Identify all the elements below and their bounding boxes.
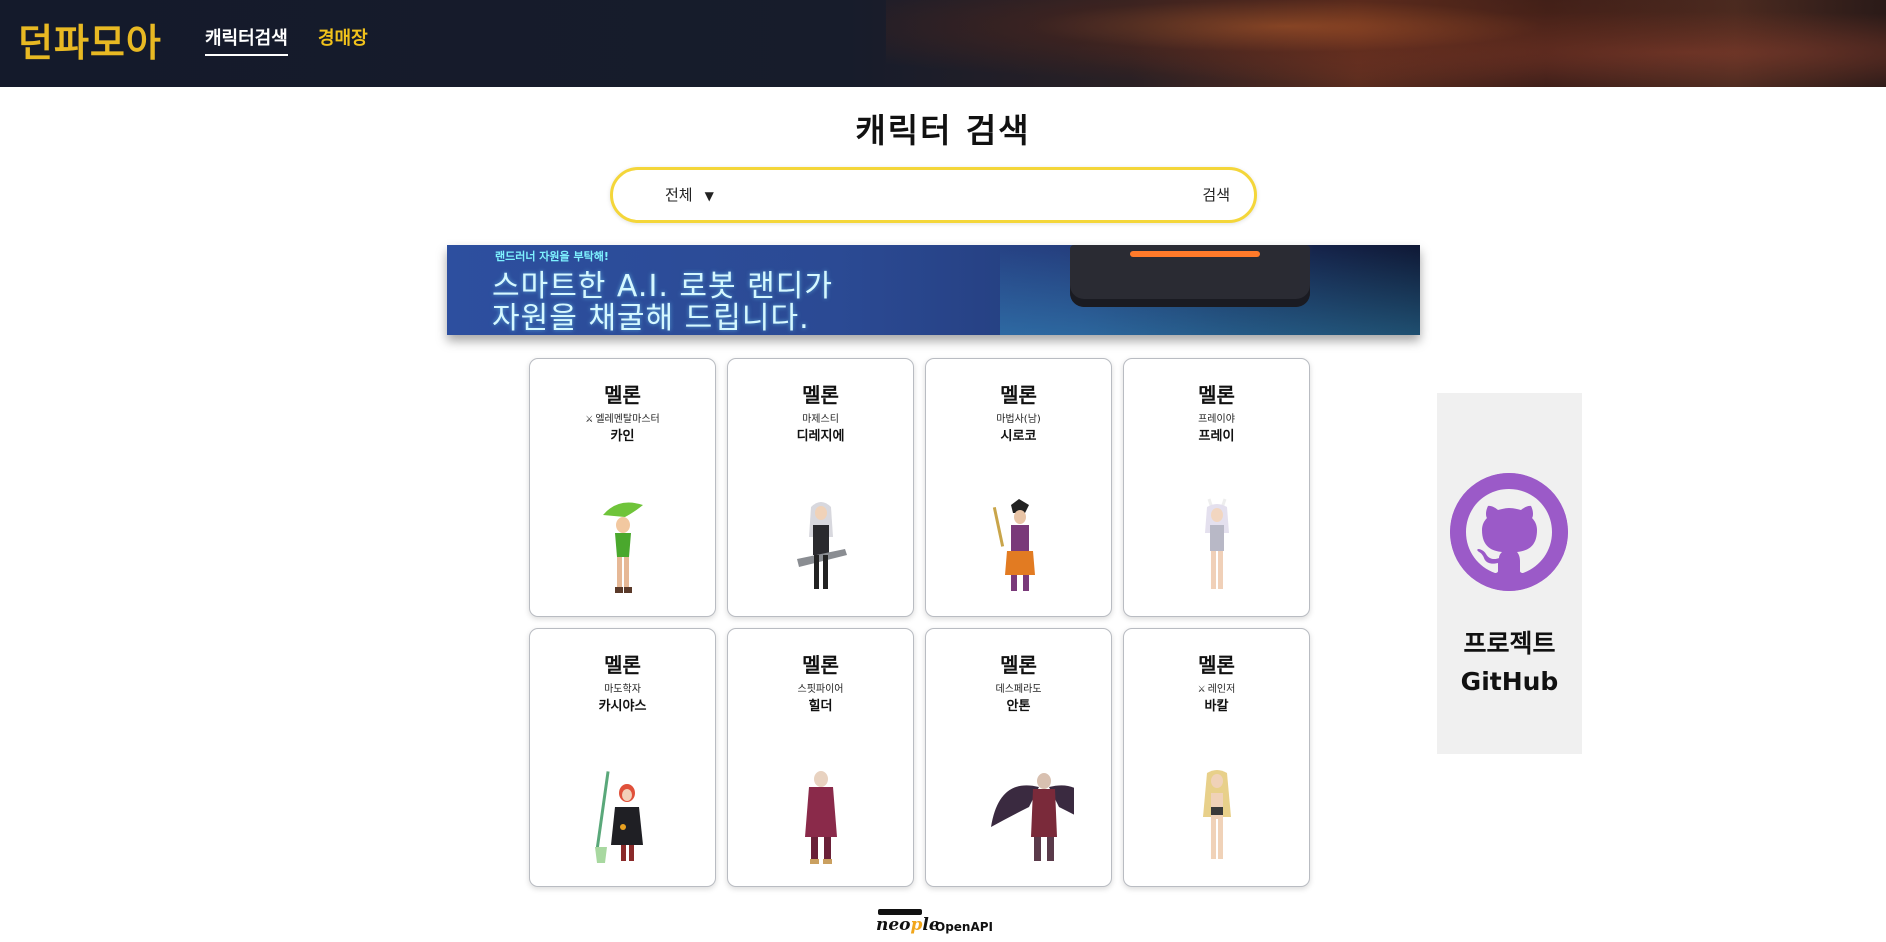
character-sprite xyxy=(1205,498,1229,589)
search-input[interactable] xyxy=(763,180,1143,210)
card-job: 데스페라도 xyxy=(995,684,1042,695)
github-project-link[interactable]: 프로젝트 GitHub xyxy=(1437,393,1582,754)
character-sprite xyxy=(1203,770,1231,859)
awakening-icon: ⚔ xyxy=(585,415,594,425)
github-icon xyxy=(1450,473,1568,591)
character-card[interactable]: 멜론 데스페라도 안톤 xyxy=(925,628,1112,887)
card-job: 마법사(남) xyxy=(996,414,1041,425)
neople-openapi-logo[interactable]: neople OpenAPI xyxy=(876,909,996,937)
card-server: 멜론 xyxy=(604,383,641,407)
character-sprite xyxy=(595,771,643,863)
card-name: 힐더 xyxy=(808,699,833,714)
card-server: 멜론 xyxy=(1000,653,1037,677)
character-sprite xyxy=(992,499,1035,591)
github-label: 프로젝트 GitHub xyxy=(1460,629,1559,696)
card-server: 멜론 xyxy=(1198,383,1235,407)
header-artwork xyxy=(886,0,1886,87)
banner-robot-light xyxy=(1130,251,1260,257)
search-button[interactable]: 검색 xyxy=(1202,184,1230,205)
card-job: 스핏파이어 xyxy=(797,684,844,695)
character-sprite xyxy=(805,771,837,864)
card-name: 카인 xyxy=(610,429,635,444)
search-bar: 전체 ▼ 검색 xyxy=(610,167,1257,223)
card-name: 시로코 xyxy=(1000,429,1037,444)
card-job: 프레이야 xyxy=(1198,414,1235,425)
nav-auction-house[interactable]: 경매장 xyxy=(318,24,368,50)
card-job: 마도학자 xyxy=(604,684,641,695)
chevron-down-icon: ▼ xyxy=(704,189,714,203)
card-job: 마제스티 xyxy=(802,414,839,425)
page-title: 캐릭터 검색 xyxy=(855,111,1031,150)
top-header: 던파모아 캐릭터검색 경매장 xyxy=(0,0,1886,87)
server-select[interactable]: 전체 ▼ xyxy=(665,184,714,205)
promo-banner[interactable]: 랜드러너 자원을 부탁해! 스마트한 A.I. 로봇 랜디가 자원을 채굴해 드… xyxy=(447,245,1420,335)
card-name: 카시야스 xyxy=(598,699,647,714)
character-card[interactable]: 멜론 프레이야 프레이 xyxy=(1123,358,1310,617)
card-server: 멜론 xyxy=(802,653,839,677)
card-name: 디레지에 xyxy=(796,429,845,444)
awakening-icon: ⚔ xyxy=(1197,685,1206,695)
server-select-value: 전체 xyxy=(665,186,693,204)
nav-character-search[interactable]: 캐릭터검색 xyxy=(205,24,288,56)
character-card[interactable]: 멜론 ⚔ 엘레멘탈마스터 카인 xyxy=(529,358,716,617)
character-sprite xyxy=(797,502,847,589)
card-server: 멜론 xyxy=(802,383,839,407)
card-job: ⚔ 레인저 xyxy=(1197,684,1236,695)
openapi-label: OpenAPI xyxy=(935,920,994,934)
card-name: 프레이 xyxy=(1198,429,1235,444)
card-name: 안톤 xyxy=(1006,699,1031,714)
card-server: 멜론 xyxy=(1000,383,1037,407)
neople-wordmark: neople xyxy=(876,915,940,935)
character-card[interactable]: 멜론 마도학자 카시야스 xyxy=(529,628,716,887)
character-card[interactable]: 멜론 마법사(남) 시로코 xyxy=(925,358,1112,617)
card-name: 바칼 xyxy=(1204,699,1229,714)
card-server: 멜론 xyxy=(1198,653,1235,677)
character-card[interactable]: 멜론 스핏파이어 힐더 xyxy=(727,628,914,887)
character-card[interactable]: 멜론 마제스티 디레지에 xyxy=(727,358,914,617)
banner-line-2: 자원을 채굴해 드립니다. xyxy=(492,301,810,335)
site-logo[interactable]: 던파모아 xyxy=(18,12,162,67)
character-card[interactable]: 멜론 ⚔ 레인저 바칼 xyxy=(1123,628,1310,887)
card-job: ⚔ 엘레멘탈마스터 xyxy=(585,414,660,425)
character-sprite xyxy=(603,502,643,593)
character-sprite xyxy=(991,773,1074,861)
card-server: 멜론 xyxy=(604,653,641,677)
